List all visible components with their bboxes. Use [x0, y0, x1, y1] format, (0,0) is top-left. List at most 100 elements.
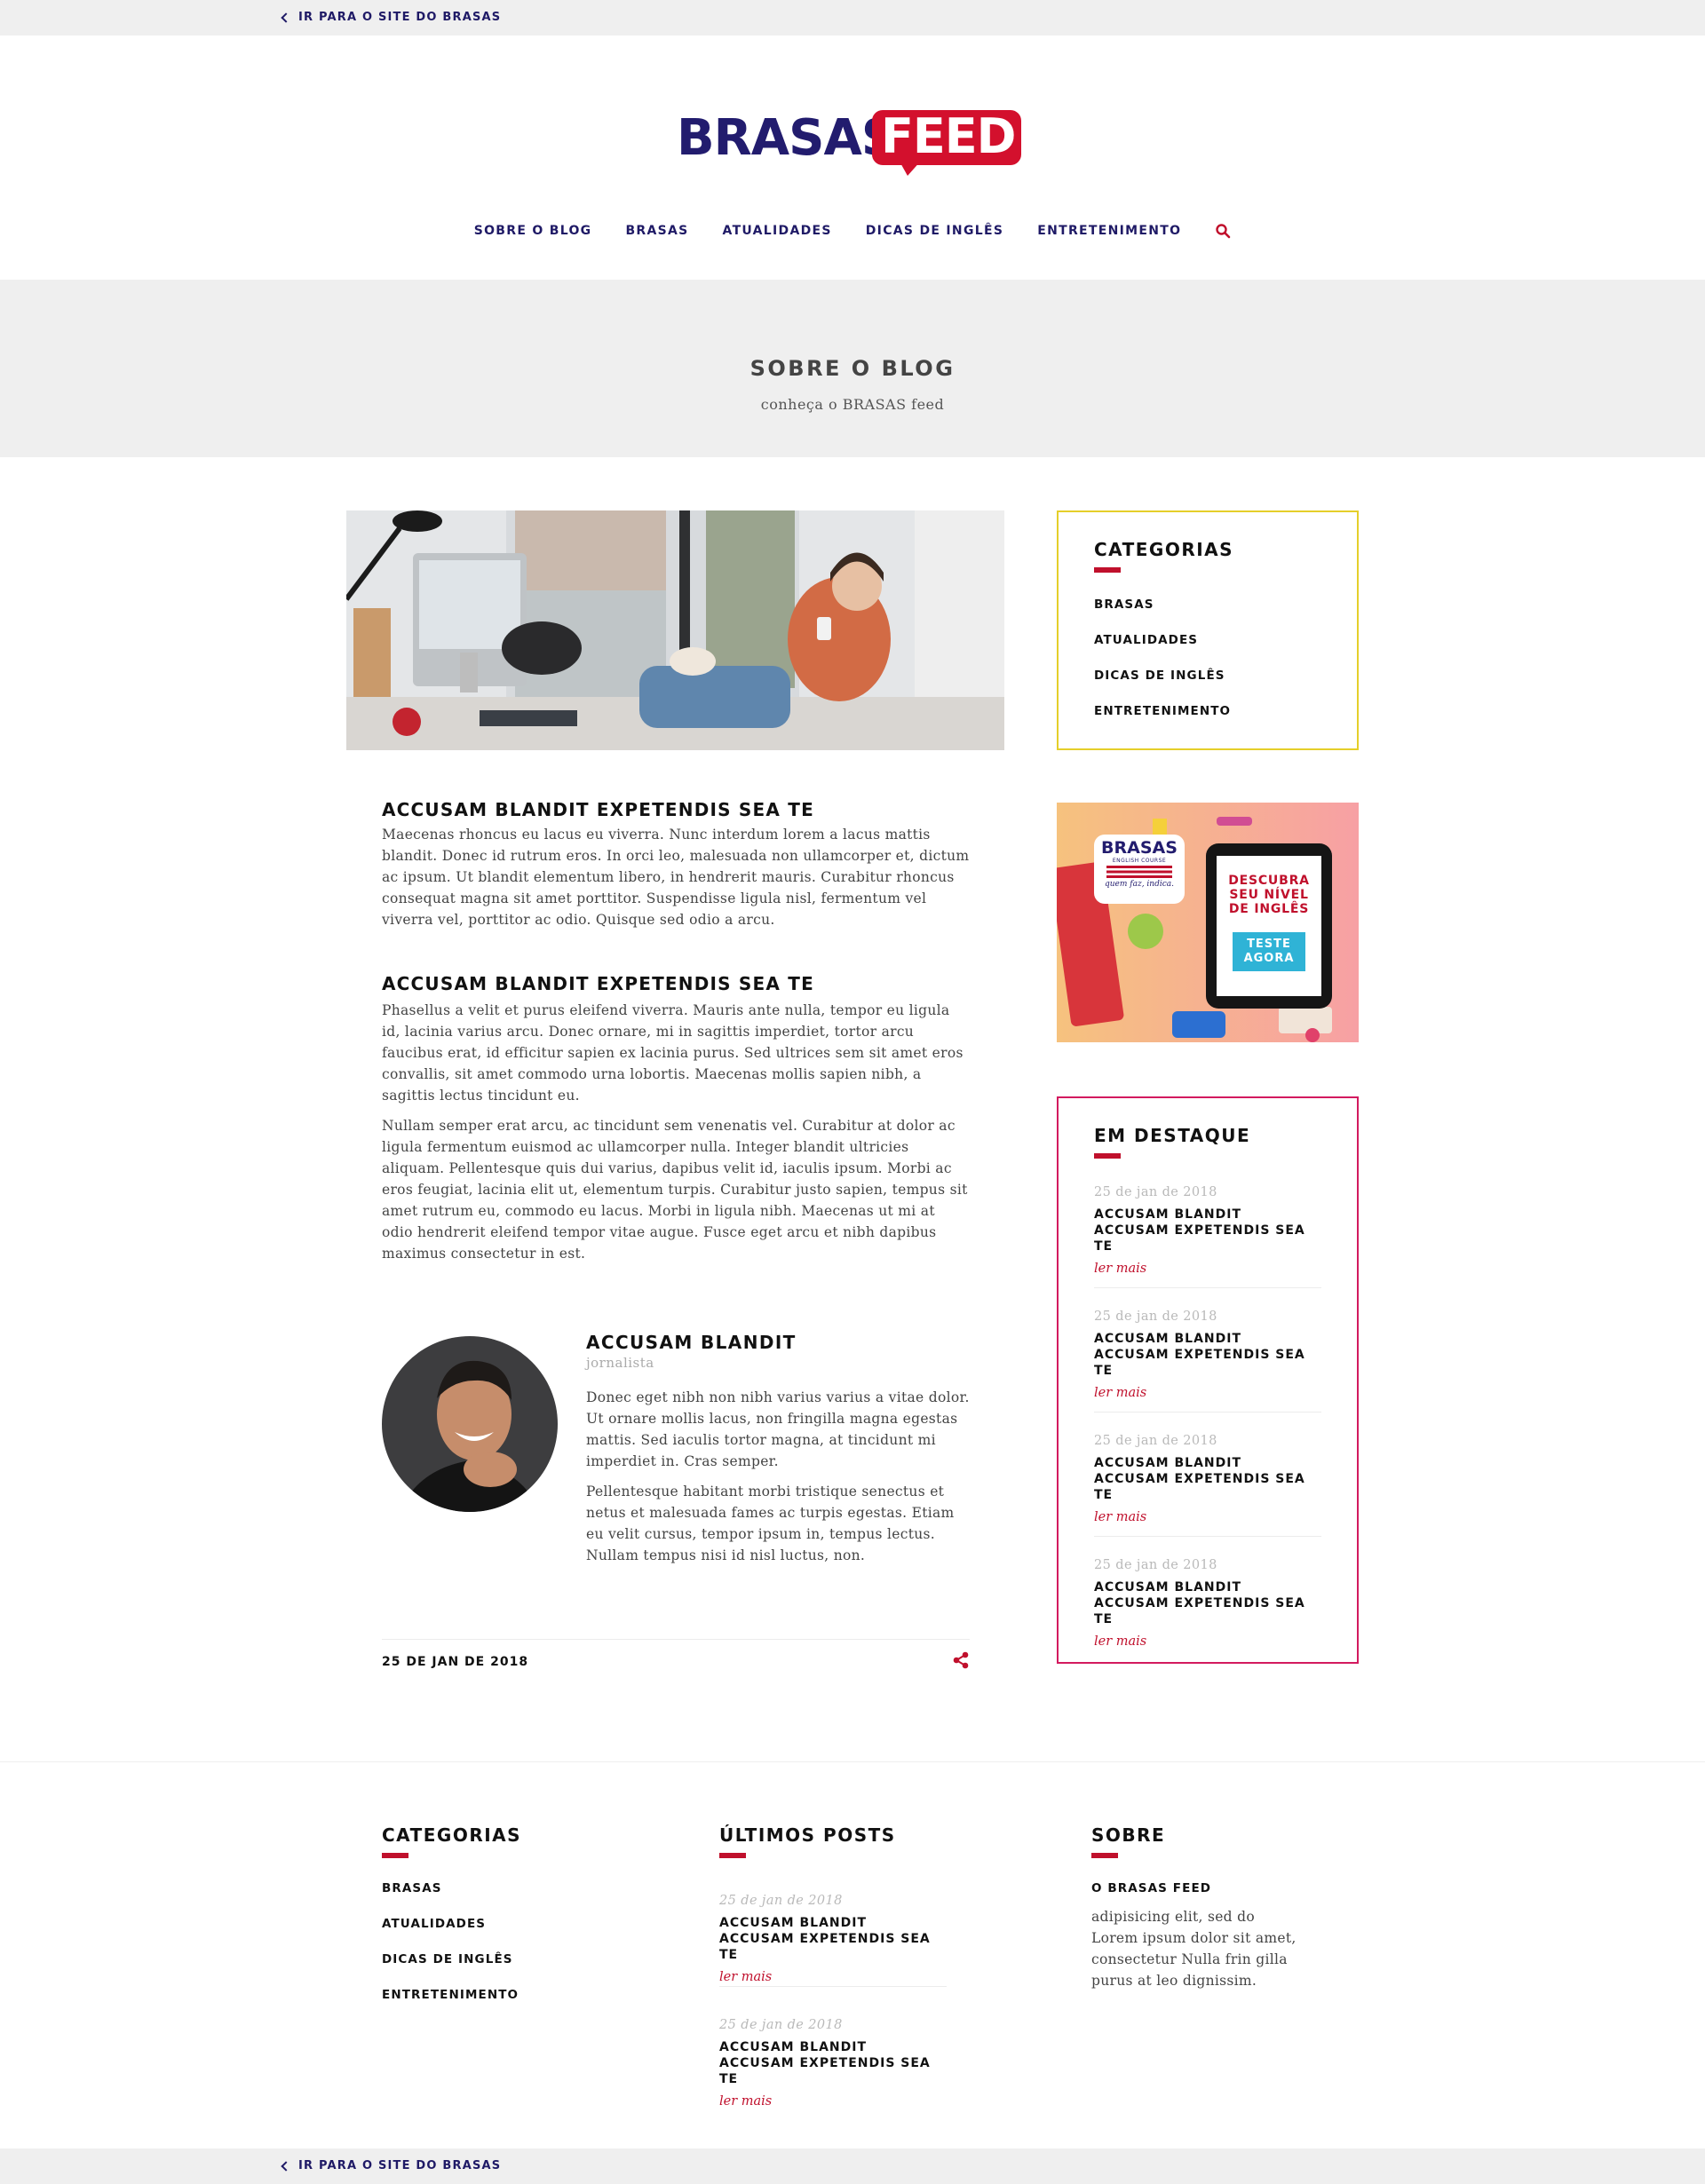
article-featured-image: [346, 510, 1004, 750]
latest-post-date: 25 de jan de 2018: [719, 1894, 843, 1908]
ad-brand-sub: ENGLISH COURSE: [1112, 858, 1167, 864]
author-avatar: [382, 1336, 558, 1512]
back-to-site-label: IR PARA O SITE DO BRASAS: [298, 11, 502, 24]
latest-post[interactable]: 25 de jan de 2018 ACCUSAM BLANDIT ACCUSA…: [719, 2018, 947, 2109]
read-more-link[interactable]: ler mais: [719, 2094, 947, 2109]
ad-brand-tagline: quem faz, indica.: [1104, 880, 1175, 889]
title-underline: [1094, 567, 1121, 573]
section-paragraph: Maecenas rhoncus eu lacus eu viverra. Nu…: [382, 827, 970, 928]
divider: [1094, 1536, 1321, 1537]
footer-category-entretenimento[interactable]: ENTRETENIMENTO: [382, 1988, 521, 2023]
divider: [382, 1639, 970, 1640]
footer-categories-title: CATEGORIAS: [382, 1824, 522, 1846]
read-more-link[interactable]: ler mais: [1094, 1634, 1321, 1649]
read-more-link[interactable]: ler mais: [1094, 1510, 1321, 1524]
bottom-bar: IR PARA O SITE DO BRASAS: [0, 2148, 1705, 2184]
back-to-site-label: IR PARA O SITE DO BRASAS: [298, 2159, 502, 2172]
ad-cta-line: TESTE: [1247, 938, 1291, 951]
footer-latest-posts: ÚLTIMOS POSTS 25 de jan de 2018 ACCUSAM …: [719, 1824, 950, 2109]
featured-post[interactable]: 25 de jan de 2018 ACCUSAM BLANDIT ACCUSA…: [1094, 1310, 1321, 1400]
share-icon[interactable]: [952, 1651, 970, 1669]
top-bar: IR PARA O SITE DO BRASAS: [0, 0, 1705, 36]
footer-about: SOBRE O BRASAS FEED adipisicing elit, se…: [1091, 1824, 1313, 1991]
ad-cta-button[interactable]: TESTE AGORA: [1233, 938, 1305, 966]
sidebar-featured-title: EM DESTAQUE: [1094, 1125, 1251, 1146]
featured-post-date: 25 de jan de 2018: [1094, 1185, 1217, 1199]
featured-post-date: 25 de jan de 2018: [1094, 1434, 1217, 1448]
sidebar-category-brasas[interactable]: BRASAS: [1094, 597, 1231, 633]
featured-post-date: 25 de jan de 2018: [1094, 1558, 1217, 1572]
level-test-ad-banner[interactable]: BRASAS ENGLISH COURSE quem faz, indica. …: [1057, 803, 1359, 1042]
nav-item-dicas-de-ingles[interactable]: DICAS DE INGLÊS: [866, 224, 1003, 238]
page-hero: SOBRE O BLOG conheça o BRASAS feed: [0, 280, 1705, 457]
section-paragraph: Phasellus a velit et purus eleifend vive…: [382, 1002, 964, 1104]
footer-category-brasas[interactable]: BRASAS: [382, 1881, 521, 1917]
latest-post-title[interactable]: ACCUSAM BLANDIT ACCUSAM EXPETENDIS SEA T…: [719, 2039, 947, 2087]
footer-latest-title: ÚLTIMOS POSTS: [719, 1824, 896, 1846]
title-underline: [719, 1853, 746, 1858]
author-bio: Donec eget nibh non nibh varius varius a…: [586, 1387, 973, 1566]
title-underline: [1094, 1153, 1121, 1159]
ad-cta-line: AGORA: [1243, 952, 1295, 965]
page-subtitle: conheça o BRASAS feed: [760, 396, 945, 413]
read-more-link[interactable]: ler mais: [1094, 1262, 1321, 1276]
latest-post-title[interactable]: ACCUSAM BLANDIT ACCUSAM EXPETENDIS SEA T…: [719, 1915, 947, 1963]
ad-headline-line: SEU NÍVEL: [1229, 888, 1309, 902]
featured-post-title[interactable]: ACCUSAM BLANDIT ACCUSAM EXPETENDIS SEA T…: [1094, 1579, 1321, 1627]
title-underline: [1091, 1853, 1118, 1858]
brasas-feed-logo[interactable]: BRASAS FEED: [677, 107, 1032, 178]
featured-post-title[interactable]: ACCUSAM BLANDIT ACCUSAM EXPETENDIS SEA T…: [1094, 1207, 1321, 1254]
sidebar-featured: EM DESTAQUE 25 de jan de 2018 ACCUSAM BL…: [1057, 1096, 1359, 1664]
featured-post[interactable]: 25 de jan de 2018 ACCUSAM BLANDIT ACCUSA…: [1094, 1558, 1321, 1649]
featured-post[interactable]: 25 de jan de 2018 ACCUSAM BLANDIT ACCUSA…: [1094, 1185, 1321, 1276]
latest-post-date: 25 de jan de 2018: [719, 2018, 843, 2032]
sidebar-categories-title: CATEGORIAS: [1094, 539, 1234, 560]
footer-about-text: adipisicing elit, sed do Lorem ipsum dol…: [1091, 1909, 1297, 1989]
divider: [719, 1986, 947, 1987]
sidebar-categories: CATEGORIAS BRASAS ATUALIDADES DICAS DE I…: [1057, 510, 1359, 750]
search-icon[interactable]: [1215, 223, 1231, 239]
logo-brasas-text: BRASAS: [677, 109, 897, 167]
footer-divider: [0, 1761, 1705, 1762]
nav-item-entretenimento[interactable]: ENTRETENIMENTO: [1037, 224, 1181, 238]
post-date: 25 DE JAN DE 2018: [382, 1655, 529, 1669]
footer-category-list: BRASAS ATUALIDADES DICAS DE INGLÊS ENTRE…: [382, 1881, 521, 2023]
chevron-left-icon: [281, 2160, 291, 2172]
author-bio-paragraph: Donec eget nibh non nibh varius varius a…: [586, 1389, 970, 1469]
nav-item-sobre-o-blog[interactable]: SOBRE O BLOG: [474, 224, 592, 238]
article-section-2: ACCUSAM BLANDIT EXPETENDIS SEA TE Phasel…: [382, 973, 970, 1264]
featured-post-title[interactable]: ACCUSAM BLANDIT ACCUSAM EXPETENDIS SEA T…: [1094, 1455, 1321, 1503]
featured-post-title[interactable]: ACCUSAM BLANDIT ACCUSAM EXPETENDIS SEA T…: [1094, 1331, 1321, 1379]
logo-feed-text: FEED: [881, 108, 1016, 164]
section-paragraph: Nullam semper erat arcu, ac tincidunt se…: [382, 1118, 968, 1262]
nav-item-brasas[interactable]: BRASAS: [625, 224, 688, 238]
nav-item-atualidades[interactable]: ATUALIDADES: [723, 224, 832, 238]
footer-categories: CATEGORIAS BRASAS ATUALIDADES DICAS DE I…: [382, 1824, 521, 2023]
read-more-link[interactable]: ler mais: [1094, 1386, 1321, 1400]
footer-category-atualidades[interactable]: ATUALIDADES: [382, 1917, 521, 1952]
read-more-link[interactable]: ler mais: [719, 1970, 947, 1984]
author-bio-paragraph: Pellentesque habitant morbi tristique se…: [586, 1484, 955, 1563]
title-underline: [382, 1853, 408, 1858]
footer-category-dicas-de-ingles[interactable]: DICAS DE INGLÊS: [382, 1952, 521, 1988]
sidebar-category-dicas-de-ingles[interactable]: DICAS DE INGLÊS: [1094, 669, 1231, 704]
sidebar-category-list: BRASAS ATUALIDADES DICAS DE INGLÊS ENTRE…: [1094, 597, 1231, 740]
sidebar-category-entretenimento[interactable]: ENTRETENIMENTO: [1094, 704, 1231, 740]
footer-about-title: SOBRE: [1091, 1824, 1166, 1846]
featured-post-date: 25 de jan de 2018: [1094, 1310, 1217, 1324]
chevron-left-icon: [281, 12, 291, 23]
ad-headline-line: DESCUBRA: [1228, 874, 1310, 888]
sidebar-category-atualidades[interactable]: ATUALIDADES: [1094, 633, 1231, 669]
author-name: ACCUSAM BLANDIT: [586, 1332, 797, 1353]
section-heading: ACCUSAM BLANDIT EXPETENDIS SEA TE: [382, 973, 814, 994]
back-to-site-link[interactable]: IR PARA O SITE DO BRASAS: [281, 2159, 502, 2172]
article-section-1: ACCUSAM BLANDIT EXPETENDIS SEA TE Maecen…: [382, 799, 970, 930]
footer-about-subtitle: O BRASAS FEED: [1091, 1881, 1212, 1895]
ad-headline-line: DE INGLÊS: [1228, 902, 1310, 916]
featured-post[interactable]: 25 de jan de 2018 ACCUSAM BLANDIT ACCUSA…: [1094, 1434, 1321, 1524]
ad-brand: BRASAS: [1101, 838, 1178, 858]
page-title: SOBRE O BLOG: [749, 356, 956, 381]
ad-flag: [1106, 866, 1172, 878]
back-to-site-link[interactable]: IR PARA O SITE DO BRASAS: [281, 11, 502, 24]
latest-post[interactable]: 25 de jan de 2018 ACCUSAM BLANDIT ACCUSA…: [719, 1894, 947, 1984]
